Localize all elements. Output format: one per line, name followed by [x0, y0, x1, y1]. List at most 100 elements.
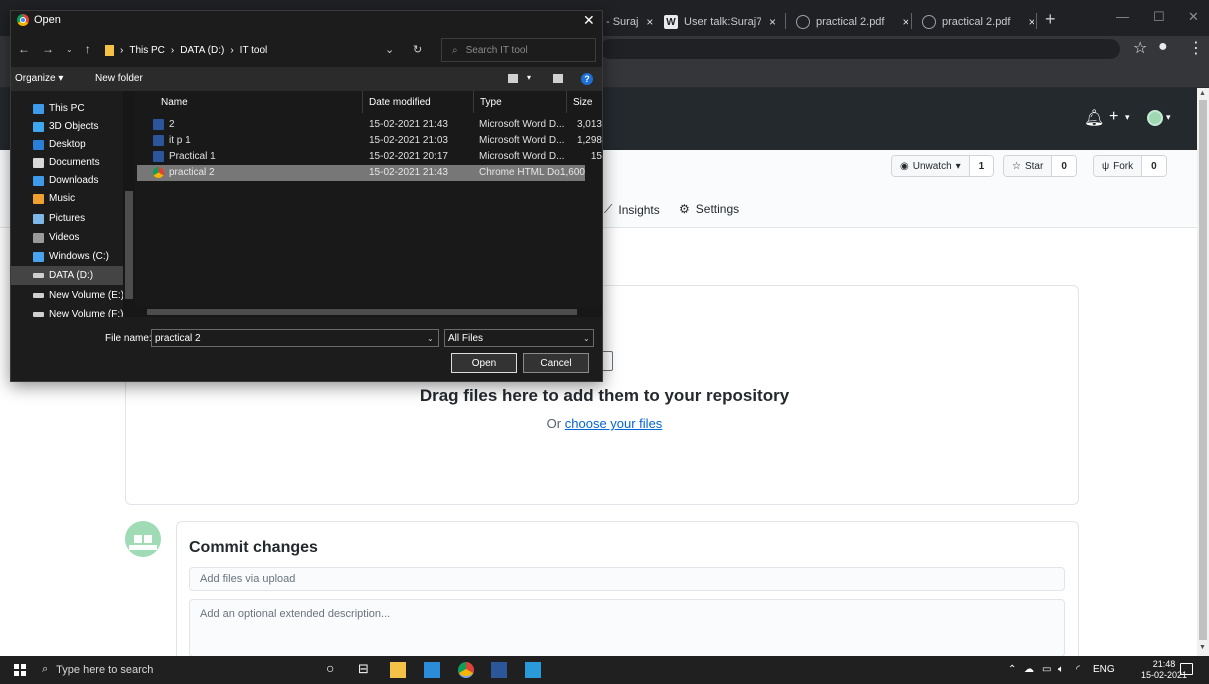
unwatch-button[interactable]: ◉ Unwatch ▾ 1: [891, 155, 995, 177]
browser-tab-user-talk[interactable]: W User talk:Suraj752 ×: [656, 8, 784, 36]
star-button[interactable]: ☆ Star 0: [1003, 155, 1077, 177]
nav-item-music[interactable]: Music: [33, 189, 129, 208]
taskbar-search[interactable]: ⌕ Type here to search: [42, 663, 153, 676]
tab-settings[interactable]: ⚙ Settings: [679, 202, 739, 216]
close-icon[interactable]: ×: [1028, 15, 1034, 29]
chevron-down-icon[interactable]: ⌄: [583, 334, 590, 343]
new-tab-button[interactable]: +: [1045, 9, 1056, 30]
back-arrow-icon[interactable]: ←: [18, 42, 30, 56]
nav-item-documents[interactable]: Documents: [33, 153, 129, 172]
nav-item-windows-c[interactable]: Windows (C:): [33, 247, 129, 266]
music-icon: [33, 193, 44, 204]
maximize-icon[interactable]: ☐: [1153, 9, 1165, 25]
word-icon[interactable]: [491, 662, 507, 678]
plus-icon[interactable]: +: [1109, 108, 1118, 126]
chevron-down-icon[interactable]: ⌄: [427, 334, 434, 343]
volume-icon[interactable]: 🔈︎: [1058, 664, 1064, 675]
fork-button[interactable]: ψ Fork 0: [1093, 155, 1167, 177]
eye-icon: ◉: [900, 160, 909, 172]
nav-item-data-d[interactable]: DATA (D:): [11, 266, 123, 285]
profile-icon[interactable]: ●: [1158, 38, 1168, 56]
commit-description-input[interactable]: Add an optional extended description...: [189, 599, 1065, 657]
search-input[interactable]: ⌕ Search IT tool: [441, 38, 596, 62]
word-icon: [153, 119, 164, 130]
nav-item-3d-objects[interactable]: 3D Objects: [33, 117, 129, 136]
chevron-down-icon[interactable]: ▾: [527, 73, 531, 82]
scrollbar-thumb[interactable]: [147, 309, 577, 315]
browser-tab-github[interactable]: - Suraj ×: [598, 8, 654, 36]
nav-scrollbar[interactable]: [123, 91, 135, 317]
new-folder-button[interactable]: New folder: [95, 73, 143, 84]
view-options-icon[interactable]: [508, 74, 518, 83]
browser-tab-pdf-2[interactable]: practical 2.pdf ×: [914, 8, 1034, 36]
menu-icon[interactable]: ⋮: [1188, 38, 1204, 58]
photos-icon[interactable]: [525, 662, 541, 678]
bell-icon[interactable]: 🔔︎: [1084, 108, 1104, 128]
task-view-icon[interactable]: ⊟: [358, 661, 374, 677]
up-arrow-icon[interactable]: ↑: [85, 42, 91, 56]
file-row[interactable]: it p 1 15-02-2021 21:03 Microsoft Word D…: [137, 133, 602, 149]
tab-insights[interactable]: ⟋ Insights: [604, 202, 660, 217]
nav-item-this-pc[interactable]: This PC: [33, 99, 129, 118]
address-bar[interactable]: [600, 39, 1120, 59]
breadcrumb-it-tool[interactable]: IT tool: [240, 45, 268, 56]
address-path[interactable]: › This PC › DATA (D:) › IT tool: [99, 38, 429, 62]
chevron-down-icon[interactable]: ▾: [1166, 112, 1171, 123]
horizontal-scrollbar[interactable]: [135, 307, 602, 317]
breadcrumb-this-pc[interactable]: This PC: [129, 45, 165, 56]
file-type-select[interactable]: All Files: [444, 329, 594, 347]
chevron-down-icon[interactable]: ▾: [1125, 112, 1130, 123]
cancel-button[interactable]: Cancel: [523, 353, 589, 373]
nav-item-new-volume-f[interactable]: New Volume (F:): [33, 305, 129, 317]
language-indicator[interactable]: ENG: [1093, 664, 1115, 675]
breadcrumb-data-drive[interactable]: DATA (D:): [180, 45, 224, 56]
chevron-down-icon[interactable]: ⌄: [385, 43, 394, 56]
chevron-up-icon[interactable]: ⌃: [1008, 664, 1016, 675]
nav-item-videos[interactable]: Videos: [33, 228, 129, 247]
nav-item-downloads[interactable]: Downloads: [33, 171, 129, 190]
page-scrollbar[interactable]: ▲ ▼: [1197, 88, 1209, 656]
close-icon[interactable]: ×: [769, 15, 776, 29]
minimize-icon[interactable]: —: [1116, 9, 1129, 24]
column-header-name[interactable]: Name: [155, 91, 363, 113]
file-row[interactable]: 2 15-02-2021 21:43 Microsoft Word D... 3…: [137, 117, 602, 133]
nav-item-pictures[interactable]: Pictures: [33, 209, 129, 228]
file-row[interactable]: Practical 1 15-02-2021 20:17 Microsoft W…: [137, 149, 602, 165]
onedrive-icon[interactable]: ☁: [1024, 664, 1034, 675]
notification-icon[interactable]: [1180, 663, 1193, 675]
column-header-date[interactable]: Date modified: [363, 91, 474, 113]
nav-item-desktop[interactable]: Desktop: [33, 135, 129, 154]
star-icon[interactable]: ☆: [1133, 38, 1147, 58]
refresh-icon[interactable]: ↻: [413, 43, 422, 56]
help-icon[interactable]: ?: [581, 73, 593, 85]
windows-start-icon[interactable]: [14, 664, 26, 676]
chrome-icon[interactable]: [458, 662, 474, 678]
close-icon[interactable]: ×: [646, 15, 653, 29]
file-explorer-icon[interactable]: [390, 662, 406, 678]
open-button[interactable]: Open: [451, 353, 517, 373]
cortana-icon[interactable]: ○: [326, 660, 342, 676]
close-window-icon[interactable]: ✕: [1188, 9, 1199, 25]
scroll-up-icon[interactable]: ▲: [1199, 90, 1206, 97]
file-name-input[interactable]: practical 2: [151, 329, 439, 347]
close-icon[interactable]: ✕: [583, 12, 595, 29]
browser-tab-pdf-1[interactable]: practical 2.pdf ×: [788, 8, 908, 36]
close-icon[interactable]: ×: [902, 15, 908, 29]
commit-summary-input[interactable]: Add files via upload: [189, 567, 1065, 591]
file-row-selected[interactable]: practical 2 15-02-2021 21:43 Chrome HTML…: [137, 165, 585, 181]
scrollbar-thumb[interactable]: [1199, 100, 1207, 640]
mail-icon[interactable]: [424, 662, 440, 678]
preview-pane-icon[interactable]: [553, 74, 563, 83]
scrollbar-thumb[interactable]: [125, 191, 133, 299]
forward-arrow-icon[interactable]: →: [42, 42, 54, 56]
organize-button[interactable]: Organize ▾: [15, 73, 63, 84]
scroll-down-icon[interactable]: ▼: [1199, 644, 1206, 651]
avatar[interactable]: [1147, 110, 1163, 126]
battery-icon[interactable]: ▭: [1042, 664, 1051, 675]
column-header-type[interactable]: Type: [474, 91, 567, 113]
nav-item-new-volume-e[interactable]: New Volume (E:): [33, 286, 129, 305]
wifi-icon[interactable]: ◜: [1076, 664, 1080, 675]
chevron-down-icon[interactable]: ⌄: [66, 45, 73, 54]
choose-files-link[interactable]: choose your files: [565, 416, 663, 431]
column-header-size[interactable]: Size: [567, 91, 602, 113]
